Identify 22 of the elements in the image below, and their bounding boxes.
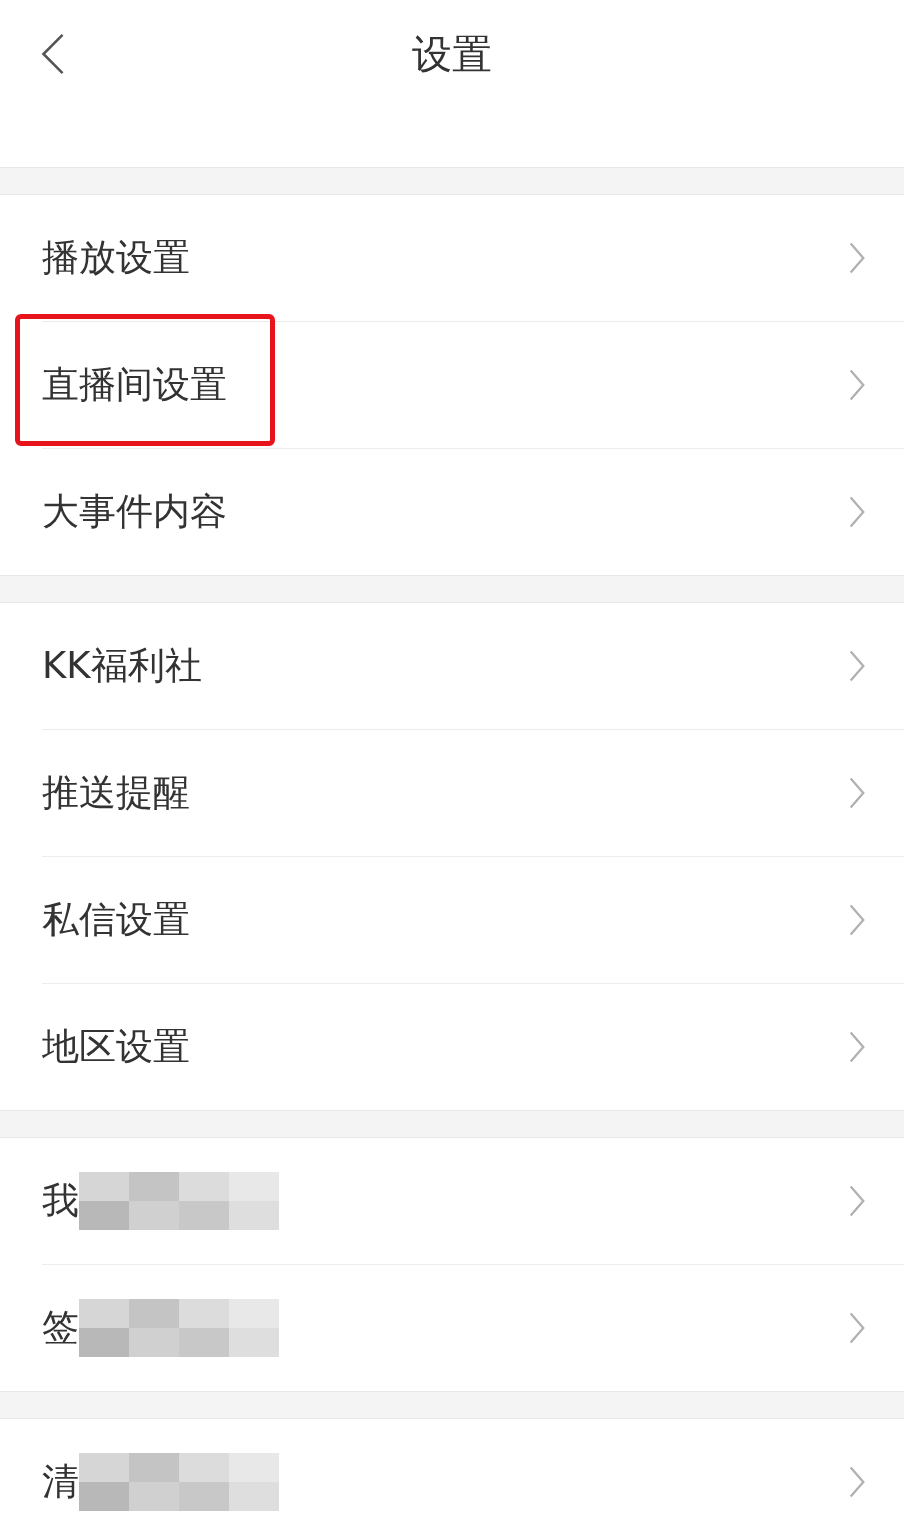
menu-item[interactable]: 直播间设置 [42, 360, 227, 410]
chevron-right-icon [848, 649, 866, 683]
menu-item[interactable]: 地区设置 [42, 1022, 190, 1072]
menu-item[interactable]: KK福利社 [42, 641, 202, 691]
chevron-right-icon [848, 495, 866, 529]
chevron-right-icon [848, 1184, 866, 1218]
back-icon[interactable] [40, 32, 66, 76]
menu-item[interactable]: 私信设置 [42, 895, 190, 945]
chevron-right-icon [848, 241, 866, 275]
chevron-right-icon [848, 368, 866, 402]
chevron-right-icon [848, 1465, 866, 1499]
page-title: 设置 [412, 29, 492, 79]
chevron-right-icon [848, 1030, 866, 1064]
menu-item[interactable]: 签 [42, 1303, 79, 1353]
menu-item[interactable]: 我 [42, 1176, 79, 1226]
menu-item[interactable]: 播放设置 [42, 233, 190, 283]
chevron-right-icon [848, 1311, 866, 1345]
chevron-right-icon [848, 776, 866, 810]
menu-item[interactable]: 推送提醒 [42, 768, 190, 818]
menu-item[interactable]: 清 [42, 1457, 79, 1507]
chevron-right-icon [848, 903, 866, 937]
menu-item[interactable]: 大事件内容 [42, 487, 227, 537]
